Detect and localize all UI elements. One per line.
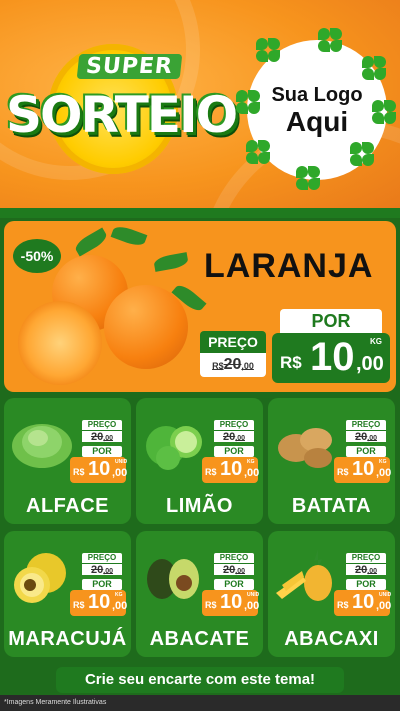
por-label: POR (82, 446, 122, 457)
product-name: ALFACE (26, 495, 109, 517)
por-label: POR (214, 579, 254, 590)
clover-icon (372, 100, 398, 126)
new-price: R$ 10,00 KG (334, 457, 391, 483)
passion-fruit-icon (8, 545, 76, 605)
hero-offer: -50% LARANJA PREÇO R$20,00 POR R$ 10 ,00… (4, 221, 396, 392)
por-label: POR (346, 579, 386, 590)
old-price: PREÇO 20,00 (82, 420, 122, 443)
product-card: PREÇO 20,00 POR R$ 10,00 UNID ABACAXI (268, 531, 395, 657)
old-price-value: R$20,00 (200, 353, 266, 377)
sorteio-title: SUPER SORTEIO (6, 40, 238, 180)
product-name: BATATA (291, 495, 372, 517)
new-price: R$ 10,00 UNID (70, 457, 127, 483)
product-card: PREÇO 20,00 POR R$ 10,00 UNID ABACATE (136, 531, 263, 657)
por-label: POR (82, 579, 122, 590)
product-name: MARACUJÁ (8, 628, 127, 650)
old-price-label: PREÇO (200, 331, 266, 353)
new-price: R$ 10,00 KG (202, 457, 259, 483)
product-name: ABACATE (149, 628, 250, 650)
old-price: PREÇO 20,00 (346, 420, 386, 443)
potato-icon (272, 412, 340, 472)
hero-old-price: PREÇO R$20,00 (200, 331, 266, 383)
title-super: SUPER (76, 54, 183, 79)
old-price: PREÇO 20,00 (346, 553, 386, 576)
clover-icon (246, 140, 272, 166)
clover-icon (350, 142, 376, 168)
clover-icon (362, 56, 388, 82)
header-divider (0, 208, 400, 218)
hero-new-price: POR R$ 10 ,00 KG (272, 309, 390, 385)
footer-note: *Imagens Meramente Ilustrativas (0, 695, 400, 711)
new-price: R$ 10,00 KG (70, 590, 127, 616)
product-name: LIMÃO (166, 495, 233, 517)
clover-icon (318, 28, 344, 54)
old-price: PREÇO 20,00 (214, 420, 254, 443)
lime-icon (140, 412, 208, 472)
discount-badge: -50% (13, 239, 61, 273)
por-label: POR (346, 446, 386, 457)
product-name: ABACAXI (284, 628, 379, 650)
logo-line1: Sua Logo (271, 83, 363, 106)
product-card: PREÇO 20,00 POR R$ 10,00 UNID ALFACE (4, 398, 131, 524)
hero-product-name: LARANJA (204, 247, 374, 285)
lettuce-icon (8, 412, 76, 472)
old-price: PREÇO 20,00 (214, 553, 254, 576)
clover-icon (296, 166, 322, 192)
new-price: R$ 10,00 UNID (202, 590, 259, 616)
new-price: R$ 10,00 UNID (334, 590, 391, 616)
title-sorteio: SORTEIO (6, 86, 238, 144)
clover-icon (236, 90, 262, 116)
old-price: PREÇO 20,00 (82, 553, 122, 576)
clover-icon (256, 38, 282, 64)
new-price-label: POR (280, 309, 382, 333)
product-card: PREÇO 20,00 POR R$ 10,00 KG MARACUJÁ (4, 531, 131, 657)
por-label: POR (214, 446, 254, 457)
footer-banner: Crie seu encarte com este tema! (56, 667, 344, 693)
header: SUPER SORTEIO Sua Logo Aqui (0, 0, 400, 215)
product-card: PREÇO 20,00 POR R$ 10,00 KG BATATA (268, 398, 395, 524)
pineapple-icon (272, 545, 340, 605)
product-card: PREÇO 20,00 POR R$ 10,00 KG LIMÃO (136, 398, 263, 524)
avocado-icon (140, 545, 208, 605)
logo-line2: Aqui (285, 105, 349, 137)
new-price-value: R$ 10 ,00 KG (272, 333, 390, 383)
